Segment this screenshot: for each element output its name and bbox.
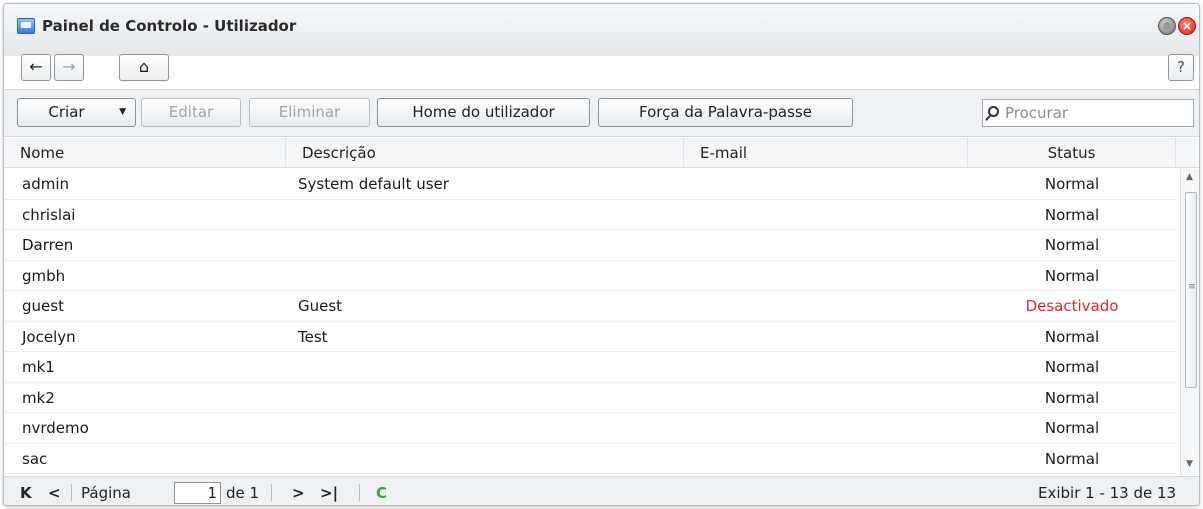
display-count: Exibir 1 - 13 de 13 xyxy=(1038,484,1177,502)
password-strength-button[interactable]: Força da Palavra-passe xyxy=(598,98,853,127)
window-title: Painel de Controlo - Utilizador xyxy=(42,17,297,35)
user-name: chrislai xyxy=(22,205,76,224)
back-arrow-icon: ← xyxy=(29,57,43,76)
next-page-icon[interactable]: > xyxy=(292,483,305,503)
user-description: Guest xyxy=(298,297,343,315)
separator xyxy=(71,484,72,501)
user-status: Normal xyxy=(1044,175,1100,193)
table-row[interactable]: chrislai Normal xyxy=(4,200,1176,230)
toolbar: Criar ▼ Editar Eliminar Home do utilizad… xyxy=(4,89,1199,137)
user-table-body: admin System default user Normal chrisla… xyxy=(4,169,1176,475)
minimize-button[interactable] xyxy=(1158,17,1176,35)
user-name: Jocelyn xyxy=(22,327,76,346)
table-row[interactable]: mk1 Normal xyxy=(4,352,1176,383)
user-status: Normal xyxy=(1044,419,1100,437)
user-name: gmbh xyxy=(22,266,66,285)
column-header-status[interactable]: Status xyxy=(968,138,1176,168)
first-page-icon[interactable]: K xyxy=(20,483,32,503)
user-description: System default user xyxy=(298,175,449,193)
scroll-up-arrow-icon[interactable]: ▲ xyxy=(1186,172,1193,182)
page-label: Página xyxy=(81,484,131,502)
home-icon: ⌂ xyxy=(138,57,150,76)
user-name: mk1 xyxy=(22,358,55,376)
search-icon xyxy=(988,106,999,117)
user-name: admin xyxy=(22,175,69,193)
column-header-name[interactable]: Nome xyxy=(4,138,286,168)
create-button[interactable]: Criar ▼ xyxy=(17,98,136,127)
user-status: Normal xyxy=(1044,388,1100,407)
user-name: nvrdemo xyxy=(22,419,89,437)
user-status-disabled: Desactivado xyxy=(1025,297,1119,315)
user-name: mk2 xyxy=(22,388,55,407)
search-placeholder: Procurar xyxy=(1005,104,1069,122)
title-bar: Painel de Controlo - Utilizador × ← → ⌂ … xyxy=(4,4,1199,81)
user-home-button[interactable]: Home do utilizador xyxy=(377,98,590,127)
user-status: Normal xyxy=(1044,205,1100,224)
column-header-email[interactable]: E-mail xyxy=(684,138,968,168)
help-icon: ? xyxy=(1177,58,1185,76)
user-name: sac xyxy=(22,449,48,468)
user-status: Normal xyxy=(1044,327,1100,346)
control-panel-window: Painel de Controlo - Utilizador × ← → ⌂ … xyxy=(3,3,1200,506)
user-description: Test xyxy=(298,327,328,346)
last-page-icon[interactable]: >| xyxy=(320,483,338,503)
table-row[interactable]: sac Normal xyxy=(4,444,1176,474)
table-header: Nome Descrição E-mail Status xyxy=(4,138,1199,168)
user-status: Normal xyxy=(1044,236,1100,254)
forward-arrow-icon: → xyxy=(62,57,76,76)
delete-button[interactable]: Eliminar xyxy=(249,98,370,127)
user-name: guest xyxy=(22,297,64,315)
home-button[interactable]: ⌂ xyxy=(119,54,169,81)
close-button[interactable]: × xyxy=(1178,17,1196,35)
user-status: Normal xyxy=(1044,266,1100,285)
separator xyxy=(359,484,360,501)
vertical-scrollbar[interactable]: ▲ ≡ ▼ xyxy=(1180,169,1199,475)
user-status: Normal xyxy=(1044,449,1100,468)
user-status: Normal xyxy=(1044,358,1100,376)
table-row[interactable]: Jocelyn Test Normal xyxy=(4,322,1176,352)
grip-icon: ≡ xyxy=(1188,282,1196,292)
table-row[interactable]: admin System default user Normal xyxy=(4,169,1176,200)
back-button[interactable]: ← xyxy=(21,54,51,81)
page-number-input[interactable]: 1 xyxy=(174,482,221,504)
scroll-down-arrow-icon[interactable]: ▼ xyxy=(1186,459,1193,469)
separator xyxy=(271,484,272,501)
table-row[interactable]: Darren Normal xyxy=(4,230,1176,261)
forward-button[interactable]: → xyxy=(54,54,84,81)
create-button-label: Criar xyxy=(48,103,85,121)
previous-page-icon[interactable]: < xyxy=(48,483,61,503)
table-row[interactable]: guest Guest Desactivado xyxy=(4,291,1176,322)
table-row[interactable]: gmbh Normal xyxy=(4,261,1176,291)
table-row[interactable]: nvrdemo Normal xyxy=(4,413,1176,444)
column-header-description[interactable]: Descrição xyxy=(286,138,684,168)
help-button[interactable]: ? xyxy=(1168,54,1194,81)
table-row[interactable]: mk2 Normal xyxy=(4,383,1176,413)
edit-button[interactable]: Editar xyxy=(141,98,241,127)
search-input[interactable]: Procurar xyxy=(982,99,1194,127)
refresh-icon[interactable]: C xyxy=(376,483,387,503)
scroll-thumb[interactable]: ≡ xyxy=(1185,192,1197,388)
pagination-bar: K < Página 1 de 1 > >| C Exibir 1 - 13 d… xyxy=(4,476,1199,505)
user-name: Darren xyxy=(22,236,74,254)
page-count-label: de 1 xyxy=(226,484,260,502)
control-panel-icon xyxy=(17,18,35,34)
dropdown-arrow-icon: ▼ xyxy=(119,107,126,117)
